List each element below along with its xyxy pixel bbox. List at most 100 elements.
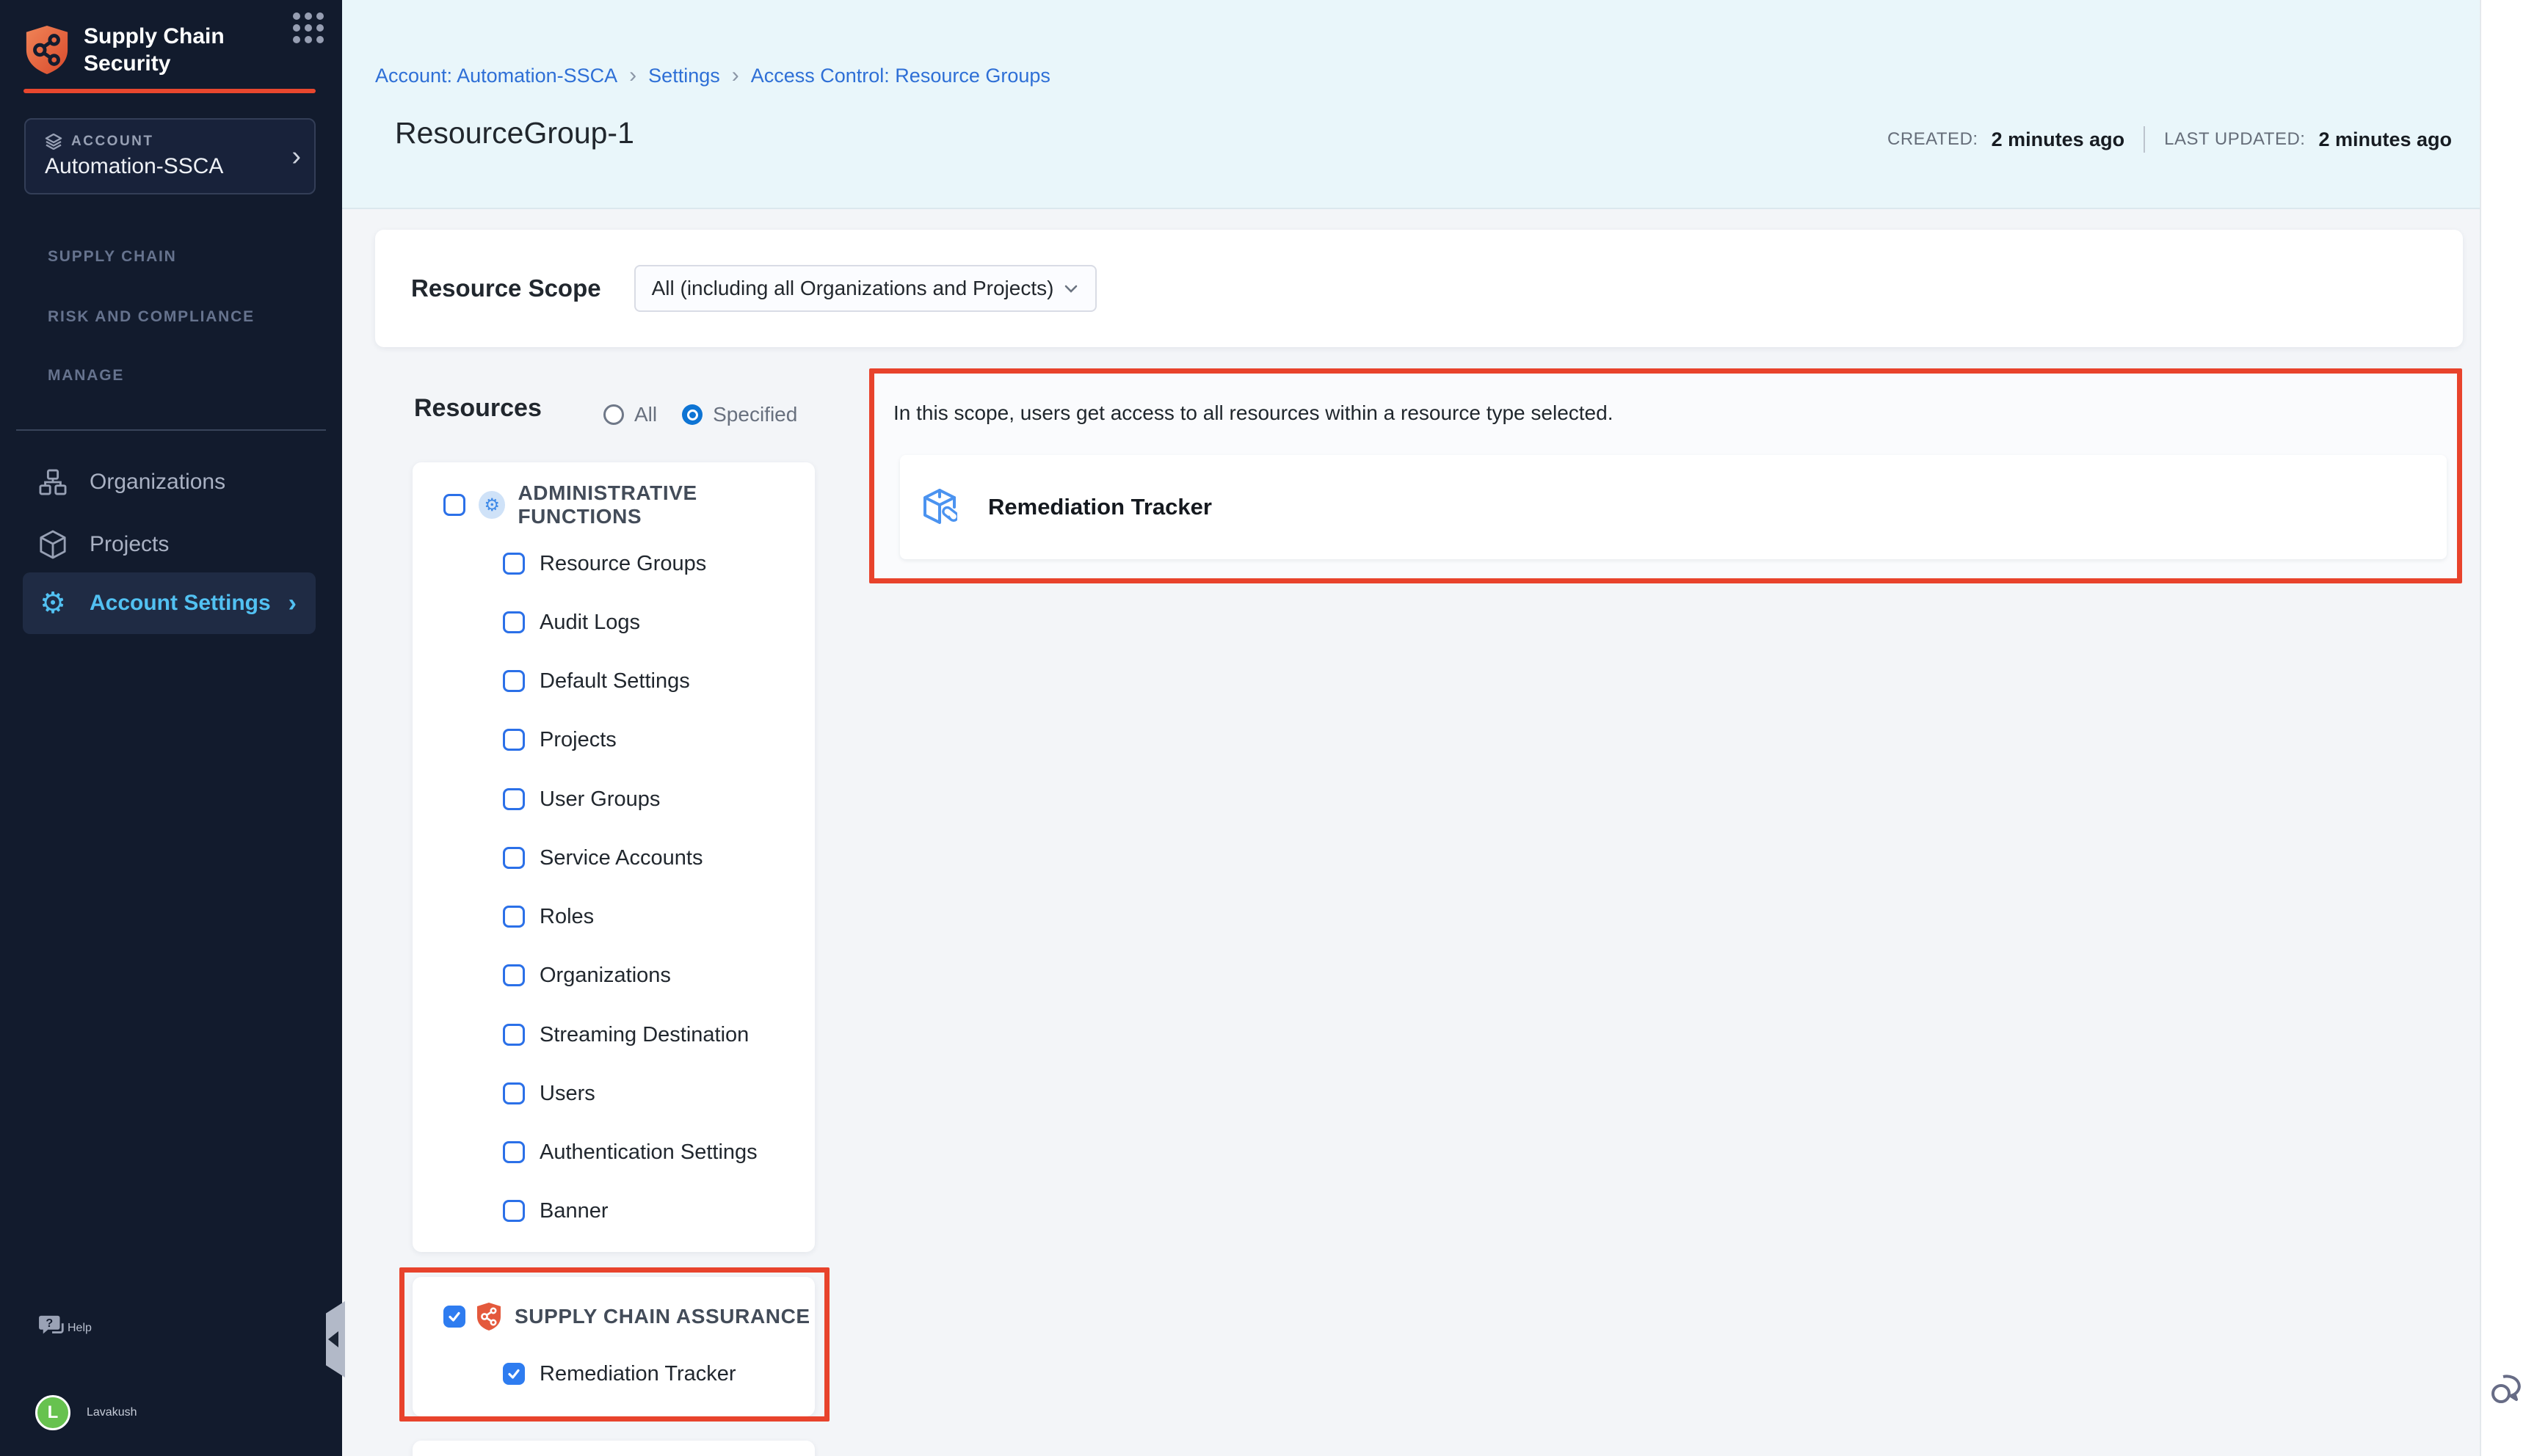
next-group-card [413,1441,815,1456]
checkbox[interactable] [503,611,525,633]
page-header: Account: Automation-SSCA › Settings › Ac… [342,0,2480,209]
app-switcher-icon[interactable] [289,9,327,47]
checkbox[interactable] [503,670,525,692]
chevron-separator-icon: › [629,63,636,88]
resource-type-name: Remediation Tracker [988,494,1212,520]
checkbox[interactable] [503,847,525,869]
radio-all-label: All [634,403,657,426]
shield-icon [476,1302,502,1331]
item-organizations[interactable]: Organizations [413,946,815,1005]
sidebar-section-risk-and-compliance[interactable]: RISK AND COMPLIANCE [48,308,255,326]
group-label[interactable]: ADMINISTRATIVE FUNCTIONS [518,481,815,528]
help-chat-icon: ? [38,1314,68,1344]
user-name: Lavakush [87,1406,137,1419]
account-label-row: ACCOUNT [45,134,291,150]
page-title: ResourceGroup-1 [395,116,634,150]
radio-specified[interactable]: Specified [682,403,797,426]
check-icon [447,1309,462,1324]
resource-type-card: Remediation Tracker [900,455,2447,559]
app-title: Supply Chain Security [84,23,231,77]
sidebar-item-organizations[interactable]: Organizations [23,451,316,513]
check-icon [507,1366,521,1381]
item-users[interactable]: Users [413,1064,815,1123]
item-resource-groups[interactable]: Resource Groups [413,534,815,593]
annotation-rectangle-scope-panel: In this scope, users get access to all r… [869,368,2462,583]
group-label[interactable]: SUPPLY CHAIN ASSURANCE [515,1305,810,1328]
resources-heading: Resources [414,394,542,423]
checkbox[interactable] [503,1082,525,1104]
resources-filter: All Specified [603,403,797,426]
gear-badge-icon: ⚙ [479,491,505,519]
avatar: L [35,1395,70,1430]
sidebar-collapse-handle[interactable] [326,1301,345,1377]
group-supply-chain-assurance[interactable]: SUPPLY CHAIN ASSURANCE [413,1286,815,1347]
item-user-groups[interactable]: User Groups [413,770,815,829]
user-menu[interactable]: L Lavakush [23,1387,316,1438]
breadcrumb-settings[interactable]: Settings [648,65,720,87]
sidebar-divider [16,429,326,431]
checkbox-supply-chain-assurance[interactable] [443,1306,465,1328]
app-logo: Supply Chain Security [23,22,319,78]
item-projects[interactable]: Projects [413,710,815,769]
checkbox[interactable] [503,1024,525,1046]
radio-all[interactable]: All [603,403,657,426]
breadcrumb-resource-groups[interactable]: Access Control: Resource Groups [751,65,1050,87]
item-remediation-tracker[interactable]: Remediation Tracker [413,1344,815,1403]
item-banner[interactable]: Banner [413,1182,815,1240]
checkbox-admin-functions[interactable] [443,494,465,516]
resource-scope-dropdown[interactable]: All (including all Organizations and Pro… [634,265,1097,312]
account-selector-texts: ACCOUNT Automation-SSCA [45,134,291,179]
account-selector[interactable]: ACCOUNT Automation-SSCA › [24,118,316,194]
supply-chain-security-shield-icon [23,23,70,76]
administrative-functions-card: ⚙ ADMINISTRATIVE FUNCTIONS Resource Grou… [413,462,815,1252]
checkbox[interactable] [503,729,525,751]
timestamps: CREATED: 2 minutes ago LAST UPDATED: 2 m… [1887,126,2452,153]
created-label: CREATED: [1887,129,1978,150]
group-admin-functions[interactable]: ⚙ ADMINISTRATIVE FUNCTIONS [413,476,815,534]
svg-text:?: ? [46,1317,53,1330]
radio-specified-circle[interactable] [682,404,703,425]
brand-divider [23,89,316,93]
support-chat-icon[interactable] [2490,1369,2528,1408]
cube-icon [38,530,68,559]
updated-value: 2 minutes ago [2318,128,2452,151]
checkbox[interactable] [503,553,525,575]
chevron-down-icon [1063,280,1079,296]
scope-message: In this scope, users get access to all r… [893,401,1613,425]
sidebar-item-account-settings[interactable]: ⚙ Account Settings › [23,572,316,634]
item-default-settings[interactable]: Default Settings [413,652,815,710]
checkbox[interactable] [503,964,525,986]
help-label: Help [68,1322,92,1335]
account-label: ACCOUNT [71,134,154,150]
breadcrumb: Account: Automation-SSCA › Settings › Ac… [375,63,1050,88]
sidebar-item-label: Projects [90,532,169,557]
item-streaming-destination[interactable]: Streaming Destination [413,1005,815,1064]
sidebar-item-label: Organizations [90,470,225,495]
sidebar-section-manage[interactable]: MANAGE [48,367,124,385]
meta-divider [2144,126,2145,153]
supply-chain-assurance-card: SUPPLY CHAIN ASSURANCE Remediation Track… [413,1277,815,1416]
account-name: Automation-SSCA [45,154,291,179]
item-authentication-settings[interactable]: Authentication Settings [413,1123,815,1182]
sidebar-item-projects[interactable]: Projects [23,514,316,575]
breadcrumb-account[interactable]: Account: Automation-SSCA [375,65,617,87]
created-value: 2 minutes ago [1992,128,2125,151]
resource-scope-label: Resource Scope [411,274,601,302]
help-button[interactable]: ? Help [23,1303,316,1354]
item-audit-logs[interactable]: Audit Logs [413,593,815,652]
item-service-accounts[interactable]: Service Accounts [413,829,815,887]
checkbox[interactable] [503,1200,525,1222]
gear-icon: ⚙ [38,589,68,618]
chevron-separator-icon: › [732,63,739,88]
checkbox[interactable] [503,788,525,810]
checkbox-remediation-tracker[interactable] [503,1363,525,1385]
org-chart-icon [38,467,68,497]
chevron-right-icon: › [288,589,297,618]
checkbox[interactable] [503,906,525,928]
sidebar-section-supply-chain[interactable]: SUPPLY CHAIN [48,248,177,266]
checkbox[interactable] [503,1141,525,1163]
layers-icon [45,134,62,150]
updated-label: LAST UPDATED: [2164,129,2305,150]
item-roles[interactable]: Roles [413,887,815,946]
radio-all-circle[interactable] [603,404,624,425]
